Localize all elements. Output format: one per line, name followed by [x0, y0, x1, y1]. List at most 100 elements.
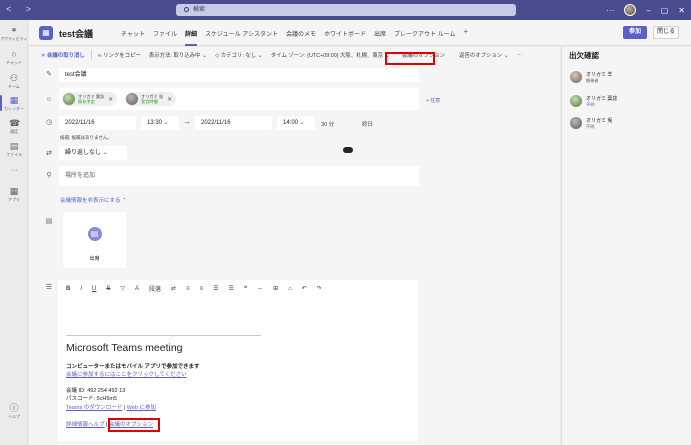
rail-item-apps[interactable]: ▦ アプリ	[0, 186, 28, 203]
description-icon: ☰	[45, 284, 53, 291]
attendee-chip[interactable]: オリガミ 葉誌 既存予定 ✕	[62, 92, 118, 106]
help-icon: ⓘ	[9, 403, 19, 413]
attendee-row[interactable]: オリガミ 兎不明	[570, 117, 612, 129]
copy-link-button[interactable]: ∞ リンクをコピー	[94, 51, 145, 59]
more-menu-icon[interactable]: ···	[606, 6, 614, 15]
italic-button[interactable]: I	[80, 286, 82, 292]
rail-item-files[interactable]: ▤ ファイル	[0, 141, 28, 158]
duration-text: 30 分	[321, 122, 335, 128]
suggestion-text: 候補: 候補はありません。	[60, 135, 112, 140]
repeat-dropdown[interactable]: 繰り返しなし	[59, 146, 127, 160]
attendance-panel: 出欠確認 オリガミ 羊開催者 オリガミ 葉誌 不明 オリガミ 兎不明	[561, 47, 691, 445]
indent-icon[interactable]: ≡	[200, 286, 204, 292]
response-options-dropdown[interactable]: 返答のオプション	[455, 51, 513, 59]
attendee-row[interactable]: オリガミ 羊開催者	[570, 71, 612, 83]
number-list-icon[interactable]: ☰	[228, 285, 233, 292]
tab-scheduling-assistant[interactable]: スケジュール アシスタント	[205, 29, 278, 38]
meeting-tabs: チャット ファイル 詳細 スケジュール アシスタント 会議のメモ ホワイトボード…	[121, 27, 469, 46]
rail-item-calls[interactable]: ☎ 通話	[0, 118, 28, 135]
meeting-toolbar: ✕ 会議の取り消し ∞ リンクをコピー 表示方法: 取り込み中 ◇ カテゴリ: …	[29, 47, 560, 63]
join-on-web-link[interactable]: Web に参加	[127, 405, 156, 411]
rail-item-chat[interactable]: ○ チャット	[0, 49, 28, 66]
download-teams-link[interactable]: Teams のダウンロード	[66, 405, 122, 411]
rail-item-teams[interactable]: ⚇ チーム	[0, 73, 28, 90]
teams-icon: ⚇	[9, 73, 19, 83]
join-meeting-link[interactable]: 会議に参加するにはここをクリックしてください	[66, 370, 187, 378]
rail-item-activity[interactable]: ⚭ アクティビティ	[0, 25, 28, 42]
avatar	[570, 117, 582, 129]
search-icon	[184, 7, 189, 12]
close-icon[interactable]: ✕	[678, 6, 685, 15]
all-day-toggle[interactable]	[343, 147, 353, 153]
highlight-color-icon[interactable]: ▽	[120, 285, 125, 292]
attendance-app-tile[interactable]: ▤ 出席	[63, 212, 126, 268]
tab-chat[interactable]: チャット	[121, 29, 145, 38]
end-time-field[interactable]: 14:00	[277, 116, 315, 130]
join-button[interactable]: 参加	[623, 26, 647, 39]
quote-icon[interactable]: ❝	[244, 285, 247, 292]
undo-icon[interactable]: ↶	[302, 285, 307, 292]
add-tab-button[interactable]: +	[464, 27, 469, 38]
hide-details-link[interactable]: 会議情報を非表示にする ⌃	[60, 196, 127, 204]
tab-meeting-notes[interactable]: 会議のメモ	[286, 29, 316, 38]
tab-details[interactable]: 詳細	[184, 29, 197, 46]
highlight-box	[385, 52, 435, 65]
minimize-icon[interactable]: –	[646, 6, 650, 15]
cancel-meeting-button[interactable]: ✕ 会議の取り消し	[29, 51, 89, 59]
tab-attendance[interactable]: 出席	[374, 29, 386, 38]
close-button[interactable]: 閉じる	[653, 26, 679, 39]
attendee-row[interactable]: オリガミ 葉誌 不明	[570, 95, 617, 107]
remove-attendee-icon[interactable]: ✕	[108, 96, 113, 103]
maximize-icon[interactable]: ▢	[661, 6, 669, 15]
search-input[interactable]: 検索	[176, 4, 516, 16]
rail-item-calendar[interactable]: ▦ カレンダー	[0, 95, 28, 112]
location-input[interactable]: 場所を追加	[59, 166, 419, 186]
panel-title: 出欠確認	[569, 51, 599, 60]
avatar	[570, 95, 582, 107]
end-date-field[interactable]: 2022/11/16	[195, 116, 272, 130]
show-as-dropdown[interactable]: 表示方法: 取り込み中	[145, 51, 211, 59]
title-input[interactable]: test会議	[59, 68, 419, 82]
font-color-icon[interactable]: A	[135, 286, 139, 292]
start-time-field[interactable]: 13:30	[141, 116, 179, 130]
tab-whiteboard[interactable]: ホワイトボード	[324, 29, 366, 38]
nav-arrows[interactable]: < >	[6, 4, 37, 14]
strikethrough-button[interactable]: S	[106, 286, 110, 292]
paragraph-dropdown[interactable]: 段落	[149, 284, 161, 293]
rail-item-help[interactable]: ⓘ ヘルプ	[0, 403, 28, 420]
remove-attendee-icon[interactable]: ✕	[167, 96, 172, 103]
more-options-button[interactable]: ···	[513, 52, 526, 58]
code-icon[interactable]: ⌂	[288, 286, 292, 292]
calendar-icon: ▦	[9, 95, 19, 105]
redo-icon[interactable]: ↷	[317, 285, 322, 292]
tab-files[interactable]: ファイル	[153, 29, 177, 38]
underline-button[interactable]: U	[92, 286, 96, 292]
table-icon[interactable]: ⊞	[273, 285, 278, 292]
phone-icon: ☎	[9, 118, 21, 128]
clear-format-icon[interactable]: ⇄	[171, 285, 176, 292]
start-date-field[interactable]: 2022/11/16	[59, 116, 136, 130]
search-placeholder: 検索	[193, 7, 206, 13]
format-toolbar: B I U S ▽ A 段落 ⇄ ≡ ≡ ☰ ☰ ❝ ⇔ ⊞ ⌂ ↶ ↷	[66, 284, 322, 294]
avatar	[63, 93, 75, 105]
avatar	[126, 93, 138, 105]
learn-more-link[interactable]: 詳細情報ヘルプ	[66, 422, 105, 428]
rail-item-more[interactable]: ···	[0, 167, 28, 174]
bullet-list-icon[interactable]: ☰	[213, 285, 218, 292]
description-editor[interactable]: B I U S ▽ A 段落 ⇄ ≡ ≡ ☰ ☰ ❝ ⇔ ⊞ ⌂ ↶ ↷ Mic…	[58, 280, 418, 441]
outdent-icon[interactable]: ≡	[186, 286, 190, 292]
link-icon[interactable]: ⇔	[257, 286, 263, 292]
app-rail: ⚭ アクティビティ ○ チャット ⚇ チーム ▦ カレンダー ☎ 通話 ▤ ファイル ···…	[0, 20, 28, 445]
apps-icon: ▦	[9, 186, 19, 196]
bell-icon: ⚭	[10, 25, 18, 35]
location-icon: ⚲	[46, 172, 52, 179]
optional-attendee-link[interactable]: + 任意	[426, 97, 440, 104]
highlight-box	[108, 418, 160, 432]
bold-button[interactable]: B	[66, 286, 70, 292]
profile-avatar[interactable]	[624, 4, 637, 16]
category-dropdown[interactable]: ◇ カテゴリ: なし	[211, 51, 267, 59]
attendee-chip[interactable]: オリガミ 兎宣言時間 ✕	[125, 92, 177, 106]
timezone-dropdown[interactable]: タイム ゾーン: (UTC+09:00) 大阪、札幌、東京	[267, 51, 394, 59]
toolbar-divider	[90, 50, 92, 60]
tab-breakout-rooms[interactable]: ブレークアウト ルーム	[394, 29, 456, 38]
